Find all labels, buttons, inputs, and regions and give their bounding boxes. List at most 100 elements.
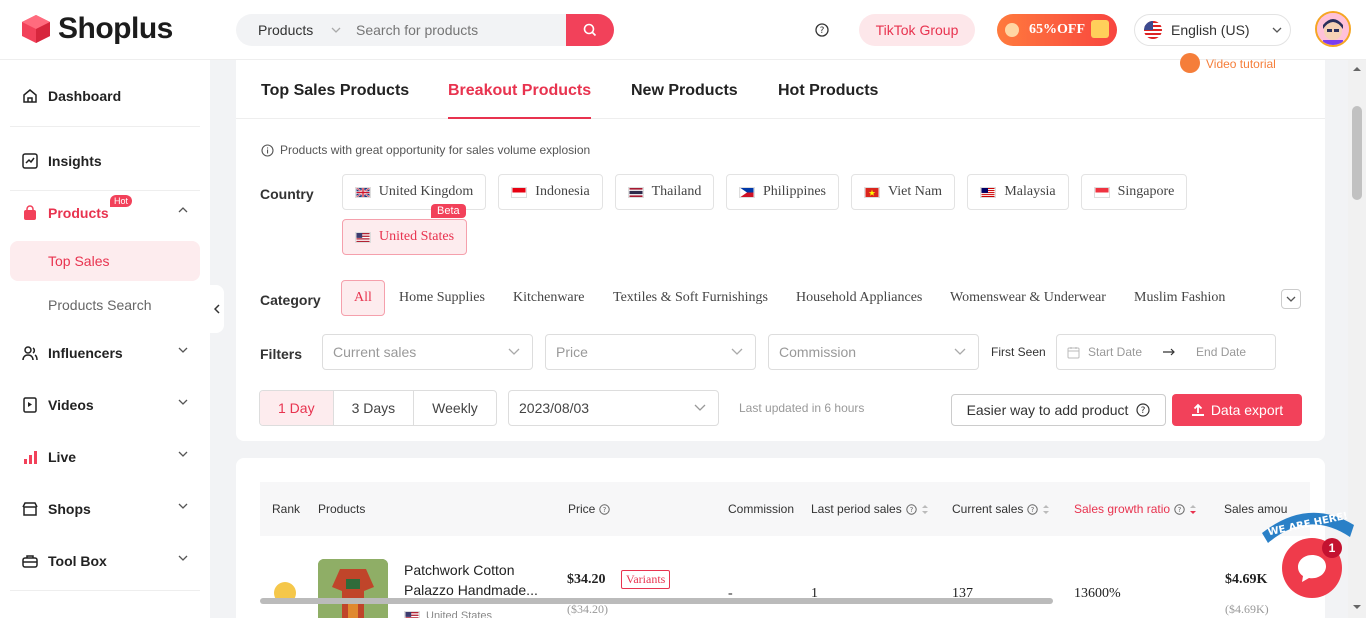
current-sales-select[interactable]: Current sales xyxy=(322,334,533,370)
svg-text:?: ? xyxy=(1141,406,1146,416)
sidebar-item-insights[interactable]: Insights xyxy=(22,149,188,173)
sidebar-item-videos[interactable]: Videos xyxy=(22,393,188,417)
tab-bar: Top Sales Products Breakout Products New… xyxy=(236,60,1325,119)
product-name[interactable]: Patchwork Cotton Palazzo Handmade... xyxy=(404,560,554,600)
product-thumbnail[interactable] xyxy=(318,559,388,618)
country-chip-vietnam[interactable]: Viet Nam xyxy=(851,174,955,210)
search-icon xyxy=(583,23,597,37)
first-seen-label: First Seen xyxy=(991,345,1046,359)
chevron-down-icon xyxy=(1286,296,1296,302)
first-seen-date-range[interactable]: Start Date End Date xyxy=(1056,334,1276,370)
tab-top-sales-products[interactable]: Top Sales Products xyxy=(261,82,409,100)
info-tip: Products with great opportunity for sale… xyxy=(261,143,590,157)
country-chip-singapore[interactable]: Singapore xyxy=(1081,174,1187,210)
commission-select[interactable]: Commission xyxy=(768,334,979,370)
country-chip-thailand[interactable]: Thailand xyxy=(615,174,714,210)
end-date-placeholder[interactable]: End Date xyxy=(1196,345,1246,359)
period-weekly[interactable]: Weekly xyxy=(414,391,496,425)
scroll-up-arrow-icon[interactable] xyxy=(1348,62,1366,76)
search-scope-select[interactable]: Products xyxy=(236,22,356,38)
promo-banner[interactable]: 65%OFF xyxy=(997,14,1117,46)
live-bars-icon xyxy=(24,451,37,464)
sidebar-item-label: Dashboard xyxy=(48,88,122,104)
period-1-day[interactable]: 1 Day xyxy=(260,391,334,425)
country-chip-philippines[interactable]: Philippines xyxy=(726,174,839,210)
category-item-muslim-fashion[interactable]: Muslim Fashion xyxy=(1134,290,1225,306)
search-bar: Products xyxy=(236,14,614,46)
period-3-days[interactable]: 3 Days xyxy=(334,391,415,425)
col-last-sales-label: Last period sales xyxy=(811,502,902,516)
category-chip-all[interactable]: All xyxy=(341,280,385,316)
country-chip-label: Philippines xyxy=(762,184,826,199)
video-tutorial-label: Video tutorial xyxy=(1206,57,1276,71)
language-select[interactable]: English (US) xyxy=(1134,14,1291,46)
col-sales-growth-ratio[interactable]: Sales growth ratio ? xyxy=(1074,502,1197,516)
col-current-sales[interactable]: Current sales ? xyxy=(952,502,1050,516)
sidebar-item-shops[interactable]: Shops xyxy=(22,497,188,521)
tab-hot-products[interactable]: Hot Products xyxy=(778,82,878,100)
country-chip-label: Malaysia xyxy=(1004,184,1056,199)
price-placeholder: Price xyxy=(556,344,588,360)
toolbox-icon xyxy=(22,555,38,568)
us-flag-icon xyxy=(1144,21,1162,39)
video-bookmark-icon xyxy=(23,397,37,413)
help-icon[interactable]: ? xyxy=(815,23,829,37)
col-products: Products xyxy=(318,502,366,516)
scroll-down-arrow-icon[interactable] xyxy=(1348,600,1366,614)
category-item-textiles[interactable]: Textiles & Soft Furnishings xyxy=(613,290,768,306)
we-are-here-banner[interactable]: WE ARE HERE! xyxy=(1258,503,1358,543)
brand-name: Shoplus xyxy=(58,12,173,45)
country-chip-us[interactable]: United States xyxy=(342,219,467,255)
sidebar-item-products[interactable]: Products xyxy=(22,201,188,225)
sidebar-item-label: Live xyxy=(48,449,77,465)
col-last-period-sales[interactable]: Last period sales ? xyxy=(811,502,929,516)
col-rank: Rank xyxy=(272,502,301,516)
logo[interactable]: Shoplus xyxy=(20,12,173,46)
play-circle-icon xyxy=(1180,53,1200,73)
tab-breakout-products[interactable]: Breakout Products xyxy=(448,82,591,100)
category-item-womenswear[interactable]: Womenswear & Underwear xyxy=(950,290,1106,306)
tab-new-products[interactable]: New Products xyxy=(631,82,738,100)
country-chip-indonesia[interactable]: Indonesia xyxy=(498,174,603,210)
category-item-home-supplies[interactable]: Home Supplies xyxy=(399,290,485,306)
chat-unread-badge: 1 xyxy=(1322,538,1342,558)
variants-badge[interactable]: Variants xyxy=(621,570,671,589)
country-chip-label: United States xyxy=(378,229,455,244)
tiktok-group-button[interactable]: TikTok Group xyxy=(859,14,975,46)
svg-text:?: ? xyxy=(1178,506,1182,514)
avatar[interactable] xyxy=(1315,11,1351,47)
sidebar-item-top-sales[interactable]: Top Sales xyxy=(10,241,200,281)
hot-badge: Hot xyxy=(110,195,133,207)
date-select[interactable]: 2023/08/03 xyxy=(508,390,719,426)
sidebar-item-influencers[interactable]: Influencers xyxy=(22,341,188,365)
col-price[interactable]: Price ? xyxy=(568,502,611,516)
product-country: United States xyxy=(426,610,493,618)
active-tab-indicator xyxy=(448,117,591,119)
category-expand-button[interactable] xyxy=(1281,289,1301,309)
sidebar-collapse-button[interactable] xyxy=(210,285,224,333)
search-button[interactable] xyxy=(566,14,614,46)
sidebar-item-live[interactable]: Live xyxy=(22,445,188,469)
product-price-usd: ($34.20) xyxy=(567,602,608,616)
data-export-button[interactable]: Data export xyxy=(1172,394,1302,426)
help-icon: ? xyxy=(1136,403,1151,417)
country-chip-malaysia[interactable]: Malaysia xyxy=(967,174,1069,210)
chevron-down-icon xyxy=(178,503,188,509)
price-select[interactable]: Price xyxy=(545,334,756,370)
user-avatar-icon xyxy=(1317,13,1349,45)
category-item-household-appliances[interactable]: Household Appliances xyxy=(796,290,922,306)
help-icon: ? xyxy=(599,503,611,515)
scrollbar-thumb[interactable] xyxy=(1352,106,1362,200)
category-item-kitchenware[interactable]: Kitchenware xyxy=(513,290,585,306)
chevron-left-icon xyxy=(214,304,220,314)
sidebar-item-toolbox[interactable]: Tool Box xyxy=(22,549,188,573)
search-input[interactable] xyxy=(356,22,566,38)
start-date-placeholder[interactable]: Start Date xyxy=(1088,345,1142,359)
easy-add-product-button[interactable]: Easier way to add product ? xyxy=(951,394,1166,426)
sidebar-item-dashboard[interactable]: Dashboard xyxy=(22,84,188,108)
sidebar-item-products-search[interactable]: Products Search xyxy=(10,285,200,325)
us-flag-icon xyxy=(404,610,420,618)
product-sales-amount: $4.69K xyxy=(1225,572,1268,587)
table-horizontal-scrollbar[interactable] xyxy=(260,598,1053,604)
confetti-icon xyxy=(1005,23,1019,37)
